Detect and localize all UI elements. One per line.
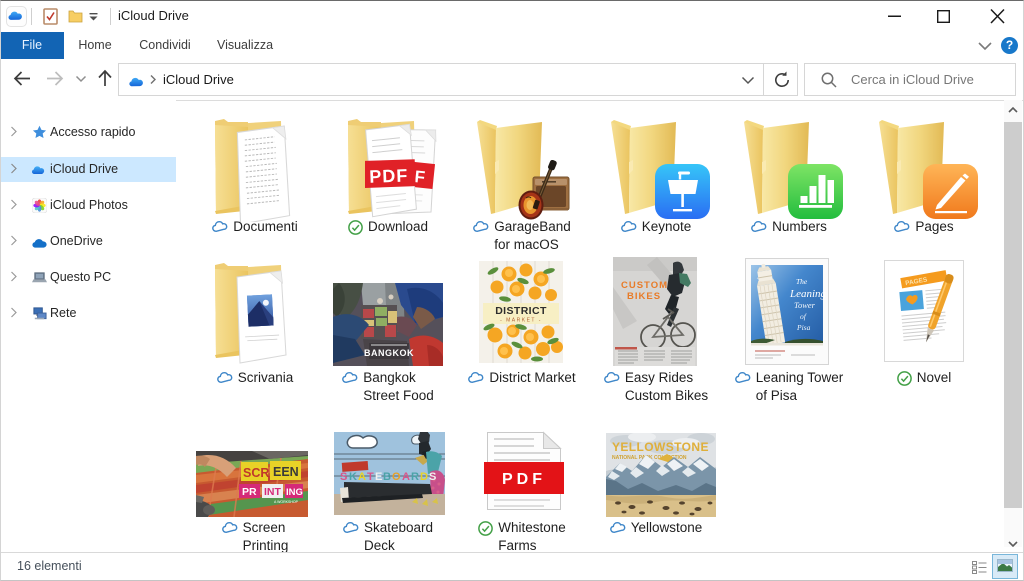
svg-text:B: B — [383, 471, 391, 483]
svg-text:EEN: EEN — [273, 465, 299, 479]
svg-text:INT: INT — [264, 486, 282, 498]
svg-text:S: S — [429, 471, 436, 483]
svg-text:S: S — [340, 471, 347, 483]
svg-text:YELLOWSTONE: YELLOWSTONE — [612, 440, 709, 454]
svg-text:PDF: PDF — [369, 165, 409, 186]
svg-text:E: E — [375, 471, 382, 483]
svg-text:CUSTOM: CUSTOM — [621, 280, 668, 291]
svg-text:PDF: PDF — [502, 471, 546, 488]
svg-text:SCR: SCR — [243, 466, 269, 480]
svg-text:BIKES: BIKES — [627, 291, 661, 302]
svg-text:DISTRICT: DISTRICT — [495, 305, 547, 317]
svg-text:D: D — [420, 471, 428, 483]
svg-text:of: of — [800, 312, 807, 321]
svg-text:Tower: Tower — [794, 300, 816, 310]
svg-text:Pisa: Pisa — [796, 323, 811, 332]
svg-text:Leaning: Leaning — [789, 288, 827, 300]
svg-text:BANGKOK: BANGKOK — [364, 348, 414, 358]
svg-text:ING: ING — [286, 487, 303, 498]
svg-text:K: K — [349, 471, 357, 483]
svg-text:A: A — [358, 471, 366, 483]
svg-text:A: A — [402, 471, 410, 483]
svg-text:R: R — [411, 471, 419, 483]
svg-text:A WORKSHOP: A WORKSHOP — [274, 500, 299, 504]
svg-text:T: T — [367, 471, 374, 483]
svg-text:- MARKET -: - MARKET - — [500, 318, 542, 324]
svg-text:The: The — [796, 277, 808, 286]
svg-text:PR: PR — [242, 486, 257, 498]
svg-text:O: O — [392, 471, 401, 483]
